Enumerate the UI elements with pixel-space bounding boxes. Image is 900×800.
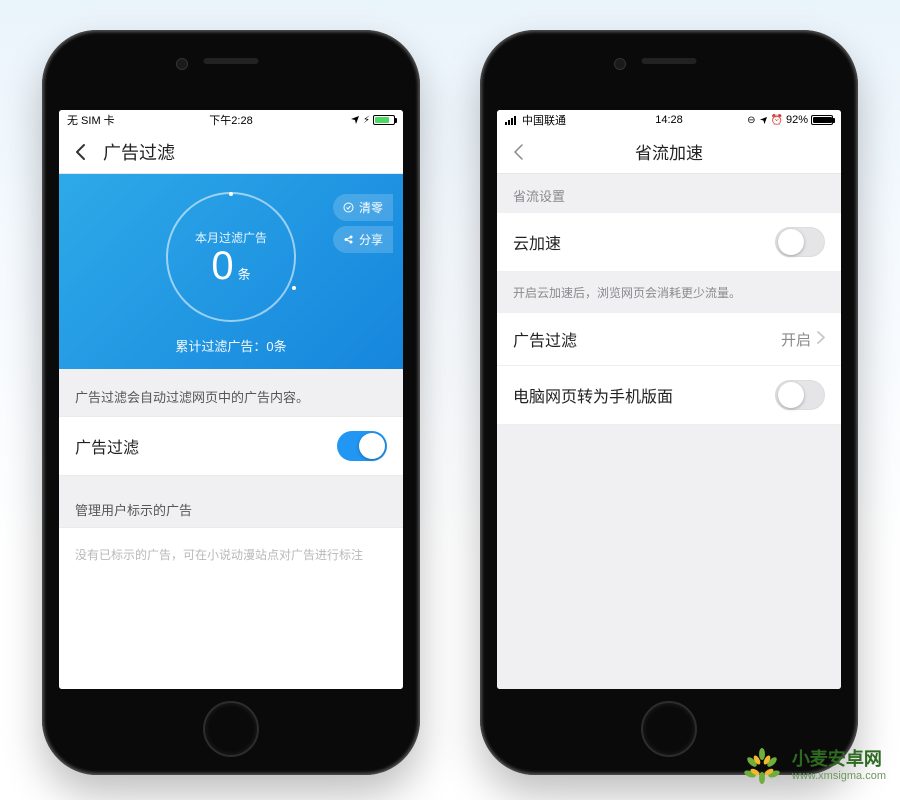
total-label: 累计过滤广告：0条 <box>175 336 286 355</box>
hint-text: 开启云加速后，浏览网页会消耗更少流量。 <box>497 272 841 313</box>
desktop-to-mobile-row[interactable]: 电脑网页转为手机版面 <box>497 366 841 425</box>
row-label: 电脑网页转为手机版面 <box>513 383 673 407</box>
phone-mockup-left: 无 SIM 卡 下午2:28 ⚡︎ 广告过滤 <box>42 30 420 775</box>
row-label: 云加速 <box>513 230 561 254</box>
clear-icon <box>343 202 354 213</box>
stats-panel: 清零 分享 本月过滤广告 0 条 累计过滤广告：0条 <box>59 174 403 369</box>
nav-bar: 省流加速 <box>497 130 841 174</box>
count-unit: 条 <box>238 264 251 283</box>
watermark-brand: 小麦安卓网 <box>792 749 886 770</box>
phone-mockup-right: 中国联通 14:28 ⊖ ⏰ 92% 省流加速 <box>480 30 858 775</box>
description-text: 广告过滤会自动过滤网页中的广告内容。 <box>59 369 403 416</box>
clear-label: 清零 <box>359 199 383 216</box>
share-button[interactable]: 分享 <box>333 226 393 253</box>
page-title: 省流加速 <box>497 139 841 164</box>
back-button[interactable] <box>59 143 103 161</box>
battery-icon <box>811 115 833 125</box>
cloud-accel-row[interactable]: 云加速 <box>497 213 841 272</box>
ad-filter-toggle-row: 广告过滤 <box>59 416 403 476</box>
empty-space <box>497 425 841 689</box>
status-time: 下午2:28 <box>59 112 403 128</box>
section-header: 管理用户标示的广告 <box>59 476 403 527</box>
ad-filter-toggle[interactable] <box>337 431 387 461</box>
clear-button[interactable]: 清零 <box>333 194 393 221</box>
wheat-logo-icon <box>740 744 784 788</box>
count-circle: 本月过滤广告 0 条 <box>166 192 296 322</box>
ad-filter-row[interactable]: 广告过滤 开启 <box>497 313 841 366</box>
status-bar: 中国联通 14:28 ⊖ ⏰ 92% <box>497 110 841 130</box>
battery-icon <box>373 115 395 125</box>
status-bar: 无 SIM 卡 下午2:28 ⚡︎ <box>59 110 403 130</box>
status-time: 14:28 <box>497 114 841 126</box>
home-button[interactable] <box>641 701 697 757</box>
count-number: 0 <box>211 246 233 286</box>
share-label: 分享 <box>359 231 383 248</box>
chevron-right-icon <box>817 331 825 348</box>
watermark-url: www.xmsigma.com <box>792 770 886 783</box>
count-caption: 本月过滤广告 <box>195 229 267 246</box>
desktop-to-mobile-toggle[interactable] <box>775 380 825 410</box>
share-icon <box>343 234 354 245</box>
section-header: 省流设置 <box>497 174 841 213</box>
nav-bar: 广告过滤 <box>59 130 403 174</box>
row-value: 开启 <box>781 329 811 350</box>
screen-right: 中国联通 14:28 ⊖ ⏰ 92% 省流加速 <box>497 110 841 689</box>
empty-state-text: 没有已标示的广告，可在小说动漫站点对广告进行标注 <box>59 527 403 689</box>
cloud-accel-toggle[interactable] <box>775 227 825 257</box>
toggle-label: 广告过滤 <box>75 434 139 458</box>
home-button[interactable] <box>203 701 259 757</box>
screen-left: 无 SIM 卡 下午2:28 ⚡︎ 广告过滤 <box>59 110 403 689</box>
row-label: 广告过滤 <box>513 327 577 351</box>
watermark: 小麦安卓网 www.xmsigma.com <box>740 744 886 788</box>
page-title: 广告过滤 <box>103 139 175 165</box>
